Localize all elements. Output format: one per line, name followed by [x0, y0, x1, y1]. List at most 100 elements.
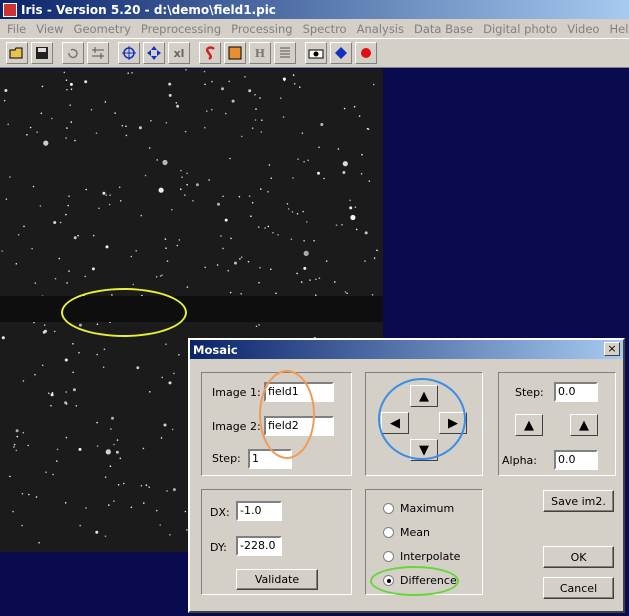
menu-preprocessing[interactable]: Preprocessing [136, 22, 226, 36]
alpha-field[interactable]: 0.0 [554, 450, 598, 470]
star [28, 493, 30, 496]
star [180, 188, 182, 190]
rotate-left-button[interactable]: ▲ [515, 414, 543, 436]
star [239, 258, 241, 260]
star [372, 83, 375, 86]
menu-spectro[interactable]: Spectro [298, 22, 352, 36]
star [248, 89, 252, 93]
star [272, 231, 274, 234]
open-icon[interactable] [6, 42, 28, 64]
star [260, 131, 263, 133]
ok-button[interactable]: OK [543, 546, 614, 568]
star [300, 281, 303, 283]
xl-label: xl [173, 46, 185, 60]
star [155, 276, 158, 278]
menu-database[interactable]: Data Base [409, 22, 478, 36]
star [29, 126, 32, 129]
move-icon[interactable] [143, 42, 165, 64]
cancel-button[interactable]: Cancel [543, 577, 614, 599]
star [110, 428, 112, 430]
star [43, 140, 49, 146]
blue-dots-icon[interactable] [330, 42, 352, 64]
star [344, 291, 347, 293]
dialog-titlebar: Mosaic [190, 340, 623, 359]
radio-maximum[interactable]: Maximum [383, 502, 454, 515]
star [7, 123, 9, 126]
star [127, 72, 129, 74]
star [78, 447, 82, 451]
menu-processing[interactable]: Processing [226, 22, 297, 36]
orange-box-icon[interactable] [224, 42, 246, 64]
star [277, 234, 279, 236]
radio-interpolate-label: Interpolate [400, 550, 461, 563]
star [175, 102, 178, 104]
save-im2-button[interactable]: Save im2. [543, 490, 614, 512]
star [241, 135, 243, 138]
star [115, 450, 119, 454]
star [355, 228, 358, 231]
star [31, 247, 33, 250]
dy-field[interactable]: -228.0 [236, 536, 282, 556]
star [342, 161, 348, 167]
list-icon[interactable] [274, 42, 296, 64]
star [251, 201, 254, 204]
close-button[interactable]: × [604, 342, 620, 356]
star [258, 281, 260, 284]
star [292, 177, 294, 179]
xl-button[interactable]: xl [168, 42, 190, 64]
red-s-icon[interactable] [199, 42, 221, 64]
menu-help[interactable]: Help [604, 22, 629, 36]
star [165, 247, 167, 249]
settings-icon[interactable] [87, 42, 109, 64]
star [206, 110, 208, 112]
menu-digital-photo[interactable]: Digital photo [478, 22, 562, 36]
star [320, 123, 324, 126]
radio-mean[interactable]: Mean [383, 526, 430, 539]
star [22, 380, 25, 382]
camera-icon[interactable] [305, 42, 327, 64]
star [102, 366, 105, 369]
menu-file[interactable]: File [2, 22, 31, 36]
star [323, 177, 325, 180]
rotate-right-button[interactable]: ▲ [570, 414, 598, 436]
star [270, 177, 273, 179]
star [165, 121, 168, 124]
menu-analysis[interactable]: Analysis [352, 22, 409, 36]
menu-video[interactable]: Video [562, 22, 604, 36]
star [96, 353, 98, 356]
undo-icon[interactable] [62, 42, 84, 64]
record-icon[interactable] [355, 42, 377, 64]
star [259, 97, 261, 99]
rotation-step-field[interactable]: 0.0 [554, 382, 598, 402]
star [360, 173, 363, 175]
star [1, 336, 5, 340]
validate-button[interactable]: Validate [236, 569, 318, 590]
h-button[interactable]: H [249, 42, 271, 64]
star [59, 221, 62, 224]
star [64, 502, 67, 504]
star [373, 257, 376, 259]
star [65, 436, 68, 439]
radio-interpolate[interactable]: Interpolate [383, 550, 460, 563]
crosshair-icon[interactable] [118, 42, 140, 64]
star [72, 343, 74, 345]
star [21, 524, 23, 527]
toolbar: xl H [0, 38, 629, 68]
menu-view[interactable]: View [31, 22, 68, 36]
star [264, 227, 266, 229]
star [335, 224, 338, 226]
star [68, 195, 70, 197]
save-icon[interactable] [31, 42, 53, 64]
star [66, 88, 68, 91]
dx-field[interactable]: -1.0 [236, 501, 282, 521]
star [56, 448, 59, 451]
star [267, 191, 269, 193]
star [168, 82, 172, 86]
star [303, 250, 309, 256]
star [64, 358, 68, 362]
menu-geometry[interactable]: Geometry [69, 22, 136, 36]
star [70, 121, 73, 123]
star [247, 260, 250, 263]
star [231, 99, 235, 103]
radio-dot [383, 551, 394, 562]
